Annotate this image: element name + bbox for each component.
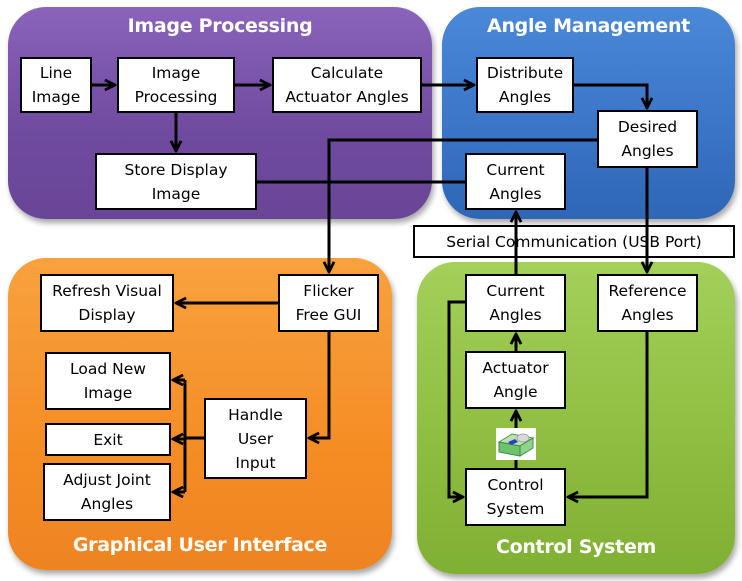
box-line-image: Line Image xyxy=(20,57,92,113)
box-control-system: Control System xyxy=(465,468,566,526)
panel-title: Image Processing xyxy=(127,15,313,37)
box-image-processing: Image Processing xyxy=(117,57,235,113)
servo-motor-icon xyxy=(496,428,536,460)
panel-title: Angle Management xyxy=(487,15,690,37)
box-reference-angles: Reference Angles xyxy=(597,274,698,332)
box-store-display-image: Store Display Image xyxy=(95,153,257,210)
box-distribute-angles: Distribute Angles xyxy=(476,57,574,113)
box-desired-angles: Desired Angles xyxy=(597,110,698,168)
box-current-angles-cs: Current Angles xyxy=(465,274,566,332)
box-actuator-angle: Actuator Angle xyxy=(465,351,566,409)
panel-title: Control System xyxy=(495,536,657,558)
box-flicker-free-gui: Flicker Free GUI xyxy=(278,274,379,332)
box-current-angles-am: Current Angles xyxy=(465,153,566,210)
box-refresh-visual-display: Refresh Visual Display xyxy=(40,274,174,332)
box-adjust-joint-angles: Adjust Joint Angles xyxy=(43,463,171,521)
box-load-new-image: Load New Image xyxy=(45,352,171,410)
panel-title: Graphical User Interface xyxy=(72,534,328,556)
box-calculate-actuator-angles: Calculate Actuator Angles xyxy=(272,57,422,113)
box-exit: Exit xyxy=(45,423,171,456)
box-handle-user-input: Handle User Input xyxy=(204,398,307,479)
box-serial-communication: Serial Communication (USB Port) xyxy=(413,225,735,258)
